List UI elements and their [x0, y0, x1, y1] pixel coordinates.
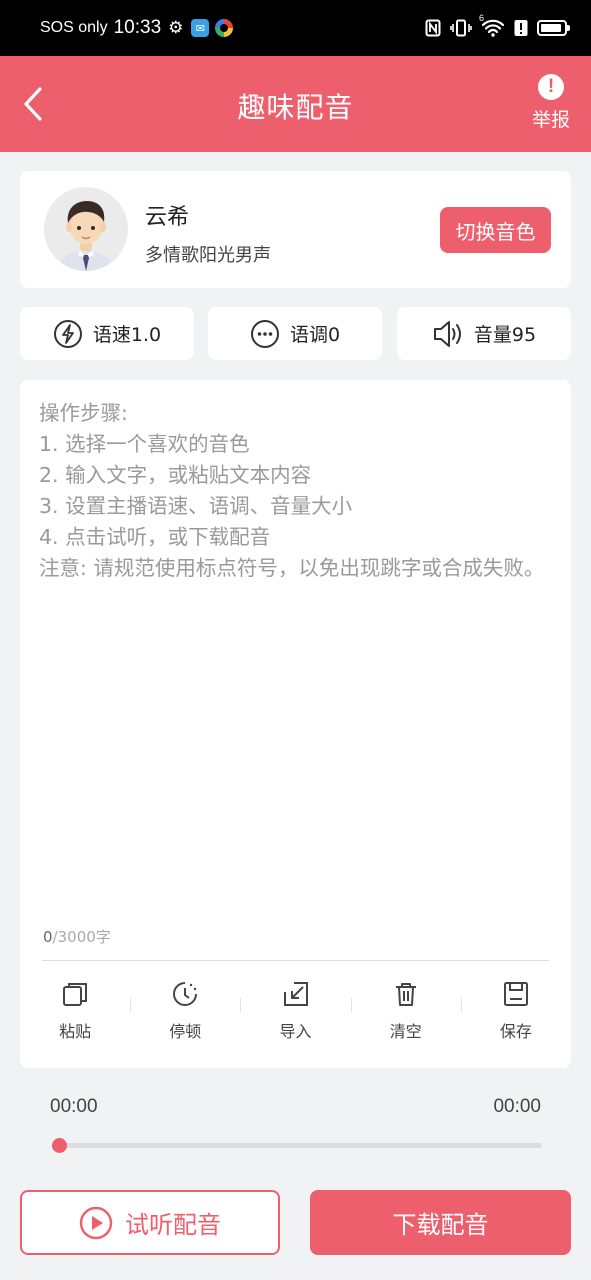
avatar: [44, 187, 128, 271]
char-counter: 0/3000字: [43, 926, 111, 947]
import-label: 导入: [279, 1022, 312, 1041]
progress-slider[interactable]: [52, 1143, 542, 1148]
preview-button[interactable]: 试听配音: [20, 1190, 280, 1255]
voice-card: 云希 多情歌阳光男声 切换音色: [20, 171, 571, 288]
gear-icon: ⚙: [168, 18, 184, 37]
current-time: 00:00: [50, 1096, 98, 1117]
total-time: 00:00: [493, 1096, 541, 1117]
clock: 10:33: [113, 17, 162, 38]
save-button[interactable]: 保存: [460, 980, 571, 1050]
text-editor: 操作步骤: 1. 选择一个喜欢的音色 2. 输入文字，或粘贴文本内容 3. 设置…: [20, 380, 571, 1068]
speaker-icon: [433, 320, 461, 347]
speed-label: 语速1.0: [92, 324, 162, 346]
paste-label: 粘贴: [59, 1022, 92, 1041]
clear-button[interactable]: 清空: [350, 980, 461, 1050]
status-bar: SOS only 10:33 ⚙ ✉ 6: [0, 0, 591, 56]
report-label: 举报: [531, 109, 570, 131]
carrier-label: SOS only: [40, 19, 108, 36]
app-bar: 趣味配音 ! 举报: [0, 56, 591, 152]
save-icon: [503, 982, 528, 1006]
editor-toolbar: 粘贴 停顿 导入 清空 保存: [20, 980, 571, 1050]
exclamation-icon: !: [538, 74, 564, 100]
wifi-label: 6: [479, 13, 485, 23]
volume-button[interactable]: 音量95: [397, 307, 571, 360]
paste-button[interactable]: 粘贴: [20, 980, 130, 1050]
download-button[interactable]: 下载配音: [310, 1190, 571, 1255]
tone-label: 语调0: [289, 324, 341, 346]
status-icons: 6: [425, 13, 570, 37]
progress-thumb[interactable]: [52, 1138, 67, 1153]
male-avatar-icon: [58, 201, 114, 271]
pause-label: 停顿: [169, 1022, 202, 1041]
page-title: 趣味配音: [237, 91, 354, 124]
app-icon: [215, 19, 234, 37]
clear-label: 清空: [389, 1022, 422, 1041]
switch-voice-button[interactable]: 切换音色: [440, 207, 551, 253]
voice-name: 云希: [145, 205, 190, 230]
alert-icon: [514, 20, 528, 36]
tone-button[interactable]: 语调0: [208, 307, 382, 360]
tone-icon: [250, 319, 279, 348]
battery-level: [541, 24, 561, 32]
preview-label: 试听配音: [125, 1211, 221, 1239]
import-icon: [283, 982, 308, 1006]
volume-label: 音量95: [473, 324, 537, 346]
text-input[interactable]: 操作步骤: 1. 选择一个喜欢的音色 2. 输入文字，或粘贴文本内容 3. 设置…: [39, 398, 554, 584]
play-icon: [79, 1206, 113, 1239]
pause-button[interactable]: 停顿: [130, 980, 240, 1050]
import-button[interactable]: 导入: [240, 980, 350, 1050]
voice-description: 多情歌阳光男声: [145, 245, 271, 266]
char-limit: /3000字: [52, 928, 111, 946]
speed-button[interactable]: 语速1.0: [20, 307, 194, 360]
copy-icon: [63, 983, 88, 1006]
save-label: 保存: [499, 1022, 532, 1041]
char-count: 0: [43, 928, 53, 946]
divider: [42, 960, 549, 961]
app-icon: ✉: [191, 19, 210, 37]
lightning-icon: [53, 319, 82, 348]
vibrate-icon: [450, 19, 472, 37]
clock-icon: [173, 982, 198, 1006]
wifi-icon: 6: [479, 13, 505, 37]
trash-icon: [395, 983, 416, 1006]
nfc-icon: [425, 19, 441, 37]
report-button[interactable]: ! 举报: [527, 74, 575, 134]
battery-icon: [537, 20, 570, 36]
